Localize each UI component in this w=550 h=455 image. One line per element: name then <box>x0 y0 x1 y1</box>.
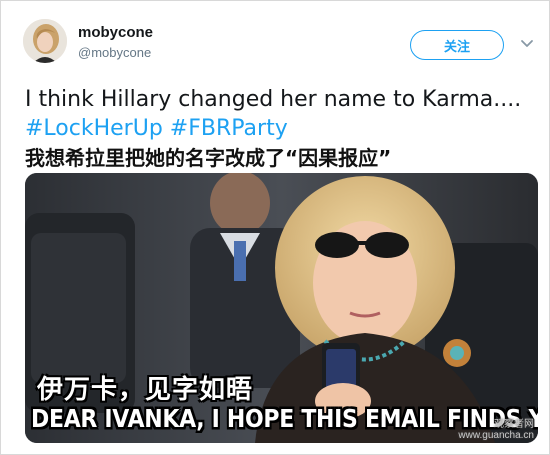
watermark: 观察者网 www.guancha.cn <box>458 419 534 441</box>
watermark-url: www.guancha.cn <box>458 430 534 441</box>
user-handle[interactable]: @mobycone <box>78 45 151 60</box>
watermark-title: 观察者网 <box>494 419 534 430</box>
hashtag-line: #LockHerUp #FBRParty <box>25 114 531 143</box>
hashtag-lockherup[interactable]: #LockHerUp <box>25 116 163 141</box>
media-caption-chinese: 伊万卡，见字如晤 <box>37 374 254 404</box>
avatar-image <box>23 19 67 63</box>
tweet-text: I think Hillary changed her name to Karm… <box>25 85 531 173</box>
hashtag-fbrparty[interactable]: #FBRParty <box>170 116 288 141</box>
display-name[interactable]: mobycone <box>78 24 153 41</box>
tweet-text-line: I think Hillary changed her name to Karm… <box>25 87 522 112</box>
tweet-media[interactable]: 伊万卡，见字如晤 DEAR IVANKA, I HOPE THIS EMAIL … <box>25 173 538 443</box>
chevron-down-icon[interactable] <box>519 35 535 51</box>
tweet-translation: 我想希拉里把她的名字改成了“因果报应” <box>25 146 392 170</box>
follow-button[interactable]: 关注 <box>410 30 504 60</box>
avatar[interactable] <box>23 19 67 63</box>
